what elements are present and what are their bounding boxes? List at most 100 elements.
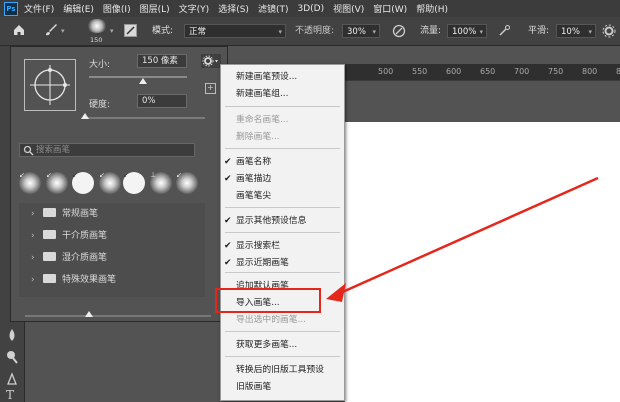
chevron-right-icon[interactable]: › (31, 203, 43, 225)
chevron-right-icon[interactable]: › (31, 269, 43, 291)
menu-filter[interactable]: 滤镜(T) (258, 2, 289, 15)
pen-tool-icon[interactable] (5, 372, 19, 386)
menu-item[interactable]: ✔ 画笔描边 (221, 172, 344, 186)
recent-brush-tip[interactable]: ↙ (176, 171, 198, 194)
airbrush-icon[interactable] (497, 24, 511, 38)
ruler-tick-label: 550 (412, 67, 428, 76)
dodge-tool-icon[interactable] (5, 350, 19, 364)
menu-edit[interactable]: 编辑(E) (63, 2, 94, 15)
menu-item-label: 重命名画笔... (236, 115, 289, 125)
chevron-down-icon[interactable]: ▾ (110, 17, 114, 45)
preview-size-slider-track[interactable] (25, 315, 211, 317)
recent-brush-tip[interactable]: ↙ (72, 171, 94, 194)
ruler-tick-label: 850 (616, 64, 620, 80)
menu-item[interactable]: 新建画笔预设... (221, 70, 344, 84)
chevron-down-icon: ▾ (372, 28, 376, 36)
brush-group-dry-media[interactable]: › 干介质画笔 (25, 225, 203, 247)
import-highlight-box (215, 288, 321, 313)
group-label: 特殊效果画笔 (62, 275, 117, 285)
menu-separator (225, 207, 340, 208)
menu-3d[interactable]: 3D(D) (297, 4, 324, 14)
menu-item[interactable]: 新建画笔组... (221, 87, 344, 101)
menu-help[interactable]: 帮助(H) (416, 2, 448, 15)
opacity-label: 不透明度: (295, 26, 335, 36)
recent-brush-tip[interactable]: ↙ (46, 171, 68, 194)
menu-file[interactable]: 文件(F) (24, 2, 54, 15)
hardness-field[interactable]: 0% (137, 94, 187, 108)
menu-item[interactable]: 获取更多画笔... (221, 338, 344, 352)
pencil-mark-icon: ↙ (99, 171, 105, 179)
blur-tool-icon[interactable] (5, 328, 19, 342)
type-tool-icon[interactable]: T (6, 388, 14, 402)
brush-angle-preview[interactable] (24, 59, 76, 111)
hardness-slider-thumb[interactable] (81, 113, 89, 119)
menu-item[interactable]: ✔ 显示搜索栏 (221, 239, 344, 253)
chevron-right-icon[interactable]: › (31, 225, 43, 247)
mode-label: 模式: (152, 26, 174, 36)
recent-brush-tip[interactable]: ⊥ (150, 171, 172, 194)
pressure-opacity-icon[interactable] (392, 24, 406, 38)
menu-separator (225, 272, 340, 273)
chevron-down-icon[interactable]: ▾ (61, 17, 65, 45)
smoothing-field[interactable]: 10% ▾ (556, 24, 596, 38)
home-icon[interactable] (12, 23, 26, 37)
group-label: 湿介质画笔 (62, 253, 108, 263)
menu-type[interactable]: 文字(Y) (179, 2, 210, 15)
menu-item-label: 导出选中的画笔... (236, 315, 306, 325)
menu-item-label: 画笔笔尖 (236, 191, 272, 201)
menu-select[interactable]: 选择(S) (218, 2, 249, 15)
pencil-mark-icon: ↙ (19, 171, 25, 179)
recent-brush-tip[interactable]: ↙ (19, 171, 41, 194)
ruler-tick-label: 600 (446, 67, 462, 76)
size-label: 大小: (89, 60, 111, 70)
smoothing-label: 平滑: (528, 26, 550, 36)
group-label: 常规画笔 (62, 209, 99, 219)
menu-image[interactable]: 图像(I) (103, 2, 131, 15)
chevron-right-icon[interactable]: › (31, 247, 43, 269)
recent-brush-tip[interactable]: ↙ (123, 171, 145, 194)
brush-group-general[interactable]: › 常规画笔 (25, 203, 203, 225)
brush-group-wet-media[interactable]: › 湿介质画笔 (25, 247, 203, 269)
menu-item[interactable]: 转换后的旧版工具预设 (221, 363, 344, 377)
add-preset-icon[interactable]: + (205, 83, 216, 94)
menu-window[interactable]: 窗口(W) (373, 2, 407, 15)
search-icon (23, 145, 34, 156)
menu-item[interactable]: 旧版画笔 (221, 380, 344, 394)
menu-view[interactable]: 视图(V) (333, 2, 364, 15)
brush-tool-icon[interactable] (44, 23, 58, 37)
brush-preset-picker: 大小: 150 像素 + 硬度: 0% 搜索画笔 ↙ ↙ ↙ ↙ ↙ ⊥ ↙ ›… (10, 46, 228, 322)
preview-size-slider-thumb[interactable] (85, 311, 93, 317)
menu-item-label: 画笔描边 (236, 174, 272, 184)
menu-item[interactable]: ✔ 显示近期画笔 (221, 256, 344, 270)
brush-search-box[interactable]: 搜索画笔 (19, 143, 195, 157)
size-field[interactable]: 150 像素 (137, 54, 187, 68)
chevron-down-icon: ▾ (479, 28, 483, 36)
document-canvas[interactable] (345, 122, 620, 402)
menu-item-label: 显示其他预设信息 (236, 216, 307, 226)
recent-brush-tip[interactable]: ↙ (99, 171, 121, 194)
menu-item-label: 旧版画笔 (236, 382, 272, 392)
hardness-label: 硬度: (89, 100, 111, 110)
size-slider-thumb[interactable] (138, 78, 147, 84)
menu-separator (225, 148, 340, 149)
menu-separator (225, 331, 340, 332)
smoothing-options-gear-icon[interactable] (602, 24, 616, 38)
hardness-slider-track[interactable] (85, 117, 205, 119)
flow-field[interactable]: 100% ▾ (447, 24, 487, 38)
menu-item[interactable]: 画笔笔尖 (221, 189, 344, 203)
menu-item[interactable]: ✔ 显示其他预设信息 (221, 214, 344, 228)
menu-item: 导出选中的画笔... (221, 313, 344, 327)
brush-panel-flyout-menu: 新建画笔预设... 新建画笔组... 重命名画笔... 删除画笔... ✔ 画笔名称 ✔ 画笔… (220, 64, 345, 401)
brush-group-special-effects[interactable]: › 特殊效果画笔 (25, 269, 203, 291)
pencil-mark-icon: ↙ (46, 171, 52, 179)
brush-settings-panel-icon[interactable] (124, 24, 137, 37)
menu-item-label: 新建画笔组... (236, 89, 289, 99)
mode-select[interactable]: 正常 ▾ (184, 24, 286, 38)
menu-item[interactable]: ✔ 画笔名称 (221, 155, 344, 169)
flow-value: 100% (452, 27, 477, 37)
menu-item-label: 删除画笔... (236, 132, 280, 142)
menu-layer[interactable]: 图层(L) (140, 2, 170, 15)
panel-settings-gear-icon[interactable] (201, 54, 221, 68)
menu-separator (225, 232, 340, 233)
opacity-field[interactable]: 30% ▾ (342, 24, 380, 38)
